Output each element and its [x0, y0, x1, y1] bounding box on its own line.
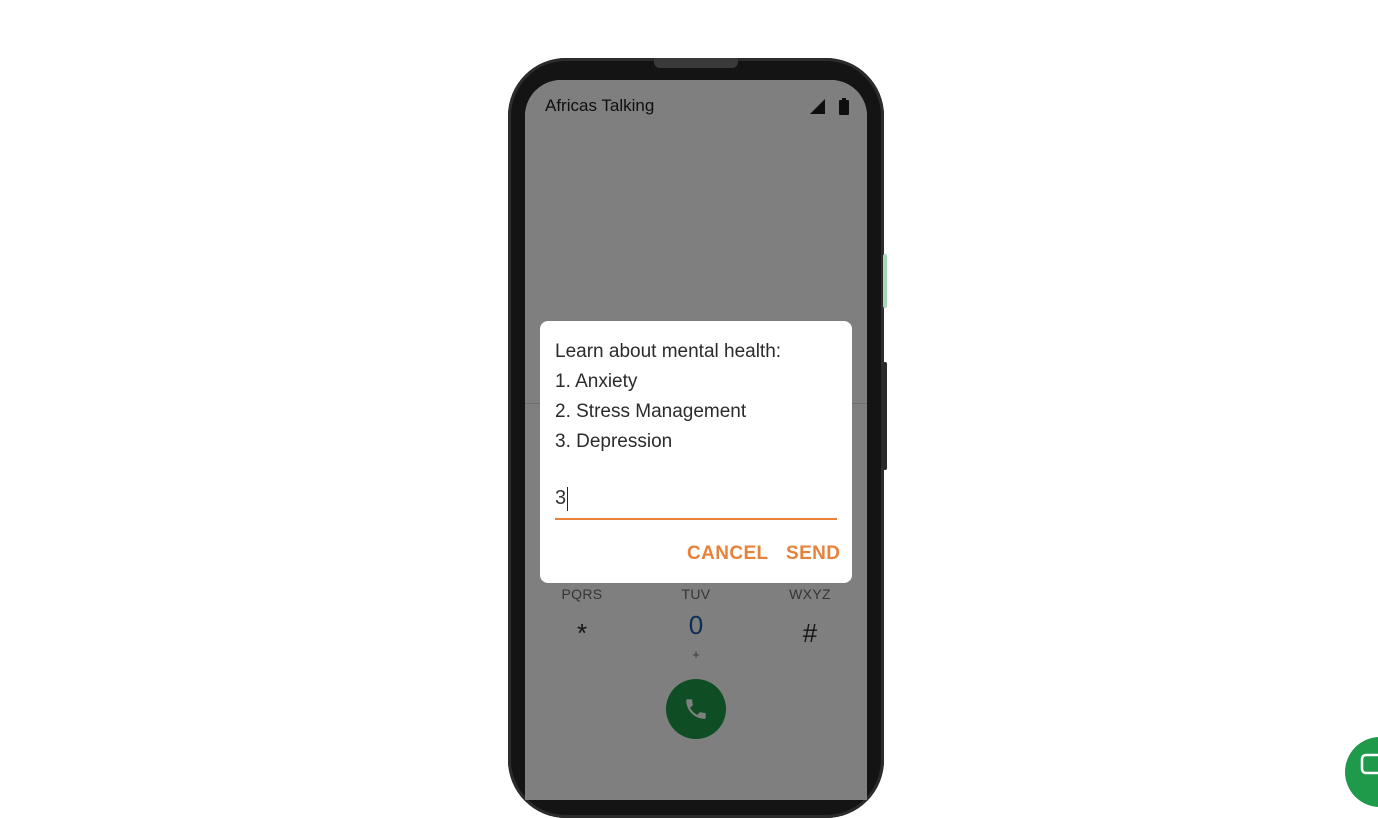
ussd-response-input[interactable]: 3	[555, 481, 837, 520]
phone-volume-button	[883, 362, 887, 470]
dialog-prompt: Learn about mental health:	[555, 341, 782, 362]
menu-option-depression: 3. Depression	[555, 431, 673, 452]
chat-widget-button[interactable]	[1345, 737, 1378, 807]
phone-speaker	[654, 58, 738, 68]
cancel-button[interactable]: CANCEL	[687, 543, 769, 565]
send-button[interactable]: SEND	[786, 543, 840, 565]
chat-icon	[1360, 753, 1378, 775]
menu-option-stress-management: 2. Stress Management	[555, 401, 747, 422]
input-value: 3	[555, 487, 567, 509]
menu-option-anxiety: 1. Anxiety	[555, 371, 638, 392]
phone-side-button	[883, 254, 887, 308]
ussd-dialog: Learn about mental health: 1. Anxiety 2.…	[540, 321, 852, 583]
text-caret	[567, 486, 569, 511]
